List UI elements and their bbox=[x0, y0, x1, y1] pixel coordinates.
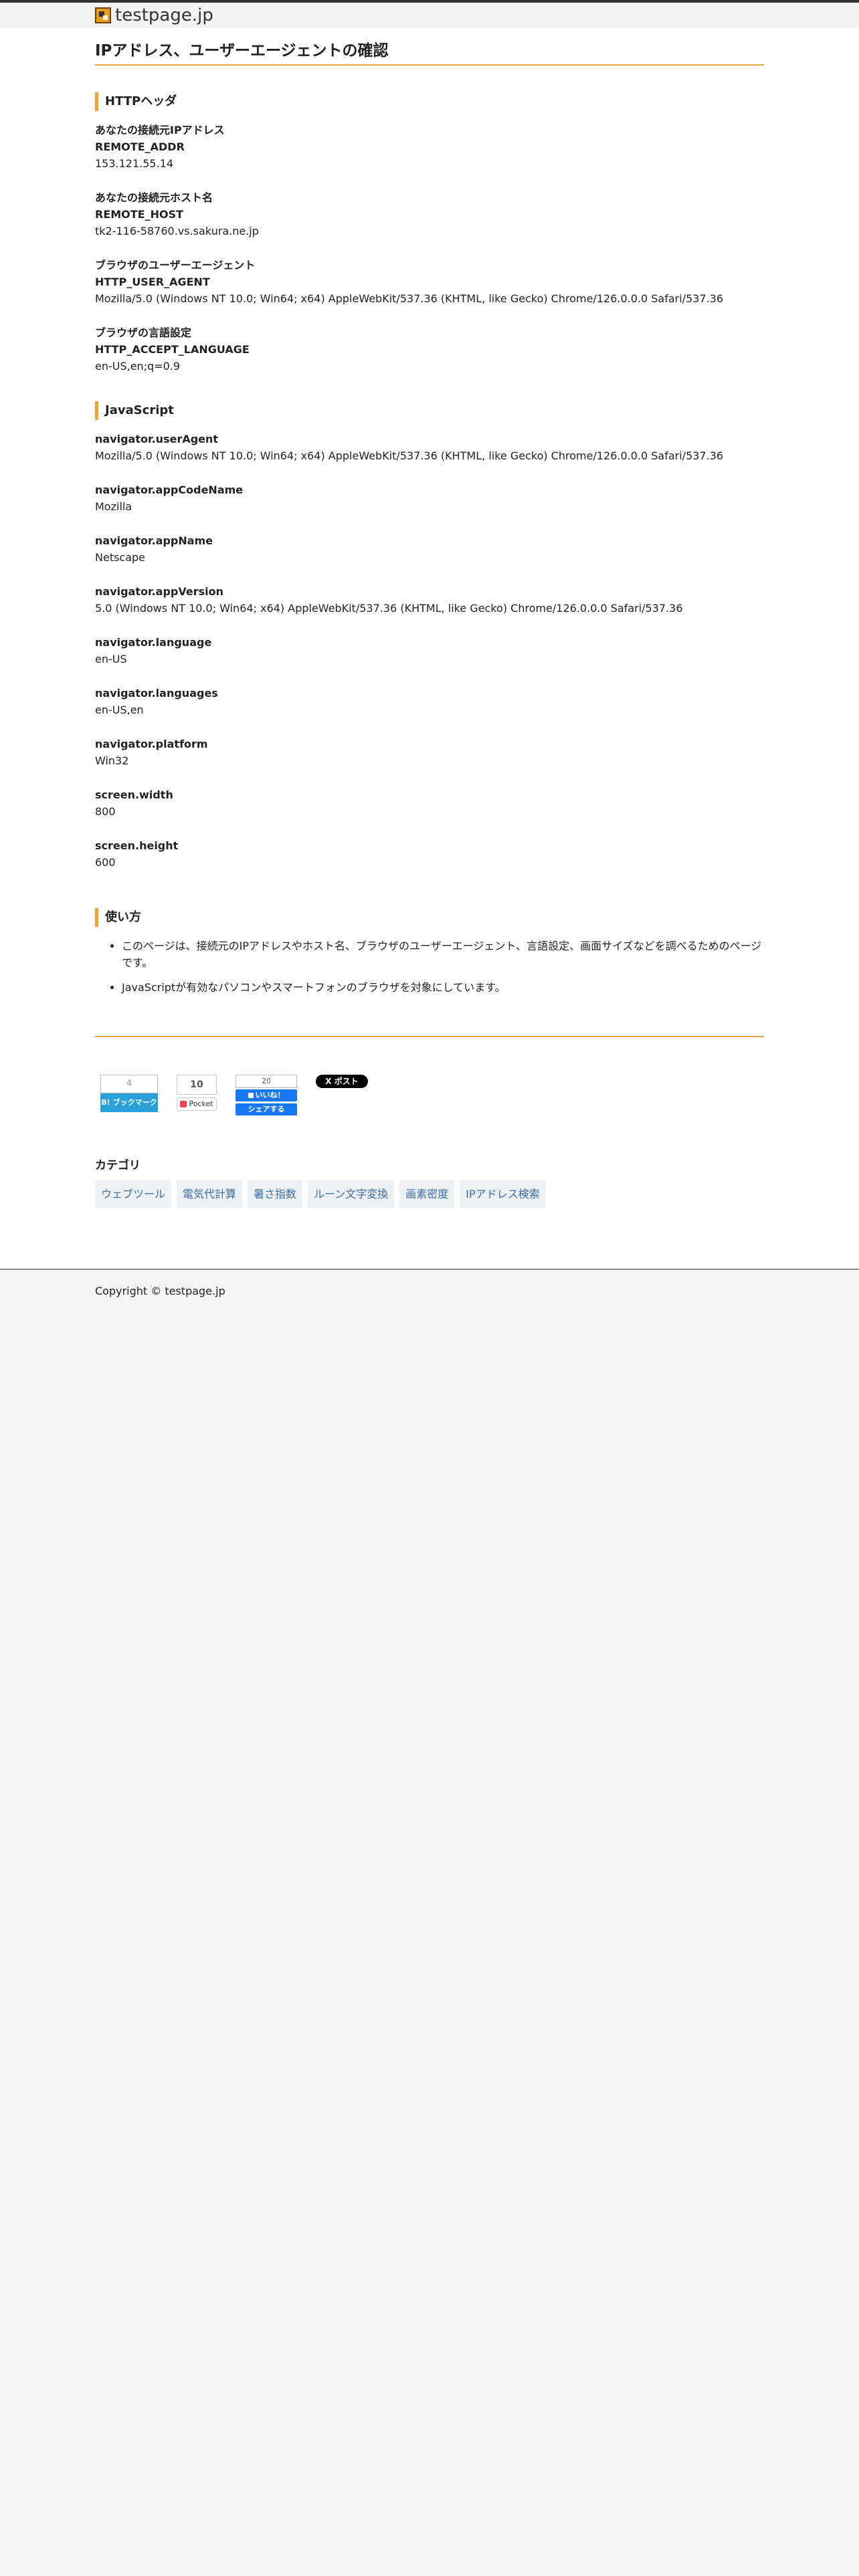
item-key: navigator.languages bbox=[95, 687, 218, 700]
list-item: JavaScriptが有効なパソコンやスマートフォンのブラウザを対象にしています… bbox=[122, 979, 764, 996]
site-footer: Copyright © testpage.jp bbox=[0, 1269, 859, 1297]
item-value: 153.121.55.14 bbox=[95, 157, 174, 170]
categories-heading: カテゴリ bbox=[95, 1159, 140, 1172]
item-label: ブラウザの言語設定 bbox=[95, 326, 192, 339]
pocket-button[interactable]: 10 Pocket bbox=[177, 1075, 217, 1111]
item-label: あなたの接続元ホスト名 bbox=[95, 191, 213, 204]
section-heading-usage: 使い方 bbox=[95, 908, 764, 927]
hatena-label: B! ブックマーク bbox=[100, 1093, 158, 1112]
item-value: 5.0 (Windows NT 10.0; Win64; x64) AppleW… bbox=[95, 602, 683, 615]
section-heading-javascript: JavaScript bbox=[95, 401, 764, 420]
item-value: tk2-116-58760.vs.sakura.ne.jp bbox=[95, 225, 259, 237]
item-value: 600 bbox=[95, 856, 116, 869]
site-header: testpage.jp bbox=[0, 3, 859, 28]
hatena-count: 4 bbox=[100, 1075, 158, 1093]
page-title: IPアドレス、ユーザーエージェントの確認 bbox=[95, 28, 764, 66]
js-item: screen.height 600 bbox=[95, 837, 764, 871]
divider bbox=[95, 1036, 764, 1037]
item-key: navigator.appCodeName bbox=[95, 484, 244, 496]
x-post-button[interactable]: X ポスト bbox=[316, 1075, 368, 1088]
js-item: screen.width 800 bbox=[95, 786, 764, 820]
main-content: IPアドレス、ユーザーエージェントの確認 HTTPヘッダ あなたの接続元IPアド… bbox=[0, 28, 859, 1269]
javascript-list: navigator.userAgent Mozilla/5.0 (Windows… bbox=[95, 431, 764, 871]
item-value: en-US,en bbox=[95, 704, 144, 716]
facebook-share-button[interactable]: シェアする bbox=[235, 1103, 297, 1115]
usage-section: このページは、接続元のIPアドレスやホスト名、ブラウザのユーザーエージェント、言… bbox=[95, 938, 764, 996]
http-item: ブラウザのユーザーエージェント HTTP_USER_AGENT Mozilla/… bbox=[95, 257, 764, 307]
js-item: navigator.userAgent Mozilla/5.0 (Windows… bbox=[95, 431, 764, 464]
hatena-bookmark-button[interactable]: 4 B! ブックマーク bbox=[100, 1075, 158, 1112]
js-item: navigator.languages en-US,en bbox=[95, 685, 764, 718]
js-item: navigator.platform Win32 bbox=[95, 736, 764, 769]
pocket-label-box: Pocket bbox=[177, 1097, 217, 1111]
logo-icon bbox=[95, 7, 111, 23]
js-item: navigator.appCodeName Mozilla bbox=[95, 481, 764, 515]
item-key: navigator.appName bbox=[95, 534, 213, 547]
copyright: Copyright © testpage.jp bbox=[95, 1285, 225, 1297]
category-link[interactable]: 画素密度 bbox=[399, 1180, 455, 1208]
http-header-list: あなたの接続元IPアドレス REMOTE_ADDR 153.121.55.14 … bbox=[95, 122, 764, 374]
category-link[interactable]: ルーン文字変換 bbox=[308, 1180, 395, 1208]
share-buttons: 4 B! ブックマーク 10 Pocket 20 いいね！ シェアする X ポス… bbox=[95, 1075, 764, 1115]
http-item: ブラウザの言語設定 HTTP_ACCEPT_LANGUAGE en-US,en;… bbox=[95, 324, 764, 374]
item-value: Netscape bbox=[95, 551, 146, 564]
js-item: navigator.language en-US bbox=[95, 634, 764, 667]
facebook-like-button[interactable]: いいね！ bbox=[235, 1089, 297, 1101]
pocket-label: Pocket bbox=[189, 1099, 213, 1108]
list-item: このページは、接続元のIPアドレスやホスト名、ブラウザのユーザーエージェント、言… bbox=[122, 938, 764, 971]
item-key: REMOTE_HOST bbox=[95, 208, 184, 221]
item-label: あなたの接続元IPアドレス bbox=[95, 124, 225, 136]
section-heading-http: HTTPヘッダ bbox=[95, 92, 764, 111]
category-list: ウェブツール 電気代計算 暑さ指数 ルーン文字変換 画素密度 IPアドレス検索 bbox=[95, 1180, 764, 1208]
item-key: HTTP_USER_AGENT bbox=[95, 276, 210, 288]
item-key: HTTP_ACCEPT_LANGUAGE bbox=[95, 343, 250, 356]
js-item: navigator.appVersion 5.0 (Windows NT 10.… bbox=[95, 583, 764, 617]
thumbs-up-icon bbox=[248, 1093, 254, 1098]
http-item: あなたの接続元IPアドレス REMOTE_ADDR 153.121.55.14 bbox=[95, 122, 764, 172]
item-key: screen.height bbox=[95, 839, 179, 852]
js-item: navigator.appName Netscape bbox=[95, 532, 764, 566]
item-value: Mozilla/5.0 (Windows NT 10.0; Win64; x64… bbox=[95, 292, 724, 305]
item-key: navigator.language bbox=[95, 636, 212, 649]
item-key: navigator.platform bbox=[95, 738, 208, 750]
category-link[interactable]: 電気代計算 bbox=[177, 1180, 243, 1208]
item-key: REMOTE_ADDR bbox=[95, 140, 185, 153]
item-key: navigator.userAgent bbox=[95, 433, 219, 445]
category-link[interactable]: ウェブツール bbox=[95, 1180, 172, 1208]
item-value: Mozilla bbox=[95, 500, 132, 513]
item-value: Mozilla/5.0 (Windows NT 10.0; Win64; x64… bbox=[95, 449, 724, 462]
item-key: navigator.appVersion bbox=[95, 585, 224, 598]
pocket-count: 10 bbox=[177, 1075, 217, 1095]
item-label: ブラウザのユーザーエージェント bbox=[95, 259, 256, 272]
item-value: Win32 bbox=[95, 754, 129, 767]
like-label: いいね！ bbox=[255, 1091, 285, 1099]
category-link[interactable]: 暑さ指数 bbox=[248, 1180, 303, 1208]
site-logo[interactable]: testpage.jp bbox=[95, 3, 764, 28]
facebook-buttons: 20 いいね！ シェアする bbox=[235, 1075, 297, 1115]
item-value: 800 bbox=[95, 805, 116, 818]
category-link[interactable]: IPアドレス検索 bbox=[460, 1180, 546, 1208]
http-item: あなたの接続元ホスト名 REMOTE_HOST tk2-116-58760.vs… bbox=[95, 189, 764, 239]
site-name: testpage.jp bbox=[115, 5, 213, 25]
usage-list: このページは、接続元のIPアドレスやホスト名、ブラウザのユーザーエージェント、言… bbox=[95, 938, 764, 996]
facebook-like-count: 20 bbox=[235, 1075, 297, 1088]
item-key: screen.width bbox=[95, 788, 173, 801]
item-value: en-US bbox=[95, 653, 127, 665]
item-value: en-US,en;q=0.9 bbox=[95, 360, 181, 372]
pocket-icon bbox=[180, 1101, 187, 1107]
